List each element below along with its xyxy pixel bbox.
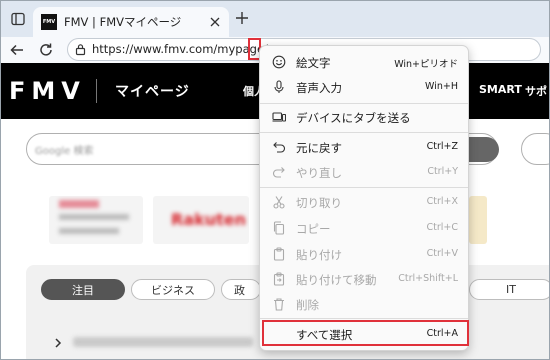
tab-politics[interactable]: 政 (221, 279, 261, 300)
banner-ad-rakuten[interactable]: Rakuten (153, 196, 249, 244)
menu-item-emoji[interactable]: 絵文字 Win+ピリオド (266, 50, 464, 74)
nav-item-smart[interactable]: SMART (479, 83, 522, 96)
tab-actions-icon[interactable] (9, 10, 27, 28)
menu-item-copy[interactable]: コピー Ctrl+C (266, 216, 464, 240)
menu-separator (260, 318, 468, 319)
tab-featured[interactable]: 注目 (41, 279, 125, 300)
news-headline-blurred[interactable] (73, 337, 253, 347)
delete-icon (274, 298, 284, 311)
microphone-icon (274, 80, 284, 93)
menu-item-redo[interactable]: やり直し Ctrl+Y (266, 160, 464, 184)
menu-item-shortcut: Ctrl+Y (427, 166, 458, 177)
paste-go-icon (273, 272, 285, 286)
header-divider (96, 79, 97, 103)
tab-fmv-mypage[interactable]: FMV FMV | FMVマイページ (33, 7, 229, 37)
banner-ad-1[interactable] (49, 196, 143, 244)
redo-icon (272, 167, 285, 178)
menu-item-shortcut: Win+H (425, 81, 458, 92)
menu-item-label: やり直し (296, 166, 342, 180)
menu-item-label: 貼り付けて移動 (296, 273, 377, 287)
menu-item-label: 絵文字 (296, 56, 331, 70)
cut-icon (273, 196, 285, 209)
url-text: https://www.fmv.com/mypage/ (92, 42, 268, 56)
menu-item-voice-input[interactable]: 音声入力 Win+H (266, 75, 464, 99)
undo-icon (273, 142, 286, 153)
header-title: マイページ (115, 84, 190, 100)
close-tab-icon[interactable] (209, 16, 221, 28)
menu-item-shortcut: Ctrl+Z (426, 141, 458, 152)
menu-item-shortcut: Ctrl+V (426, 248, 458, 259)
menu-item-label: 元に戻す (296, 141, 342, 155)
nav-item-support[interactable]: サポ (525, 83, 547, 99)
back-arrow-icon[interactable] (9, 42, 25, 58)
browser-window: FMV FMV | FMVマイページ https://www.fmv.com/m… (0, 0, 550, 360)
menu-item-shortcut: Ctrl+X (426, 196, 458, 207)
secondary-pill-button[interactable] (521, 133, 549, 165)
menu-item-paste[interactable]: 貼り付け Ctrl+V (266, 242, 464, 266)
new-tab-icon[interactable] (235, 11, 249, 25)
tab-title: FMV | FMVマイページ (64, 15, 182, 29)
menu-item-label: 切り取り (296, 196, 342, 210)
search-placeholder: Google 検索 (35, 146, 94, 157)
menu-item-label: コピー (296, 222, 331, 236)
menu-separator (260, 132, 468, 133)
tab-bar: FMV FMV | FMVマイページ (1, 1, 549, 37)
menu-item-delete[interactable]: 削除 (266, 292, 464, 316)
menu-item-label: 削除 (296, 298, 319, 312)
menu-item-undo[interactable]: 元に戻す Ctrl+Z (266, 135, 464, 159)
tab-business[interactable]: ビジネス (131, 279, 215, 300)
menu-item-label: デバイスにタブを送る (296, 111, 411, 125)
menu-separator (260, 187, 468, 188)
rakuten-banner-text: Rakuten (171, 210, 247, 229)
emoji-icon (272, 55, 286, 69)
context-menu: 絵文字 Win+ピリオド 音声入力 Win+H デバイスにタブを送る 元に戻す … (259, 45, 469, 351)
fmv-logo[interactable]: FMV (9, 77, 86, 105)
tab-it[interactable]: IT (469, 279, 549, 300)
menu-separator (260, 103, 468, 104)
banner-ad-3[interactable] (469, 196, 487, 244)
menu-item-shortcut: Win+ピリオド (394, 59, 458, 70)
copy-icon (273, 221, 285, 235)
send-to-device-icon (272, 112, 286, 122)
menu-item-shortcut: Ctrl+Shift+L (398, 273, 458, 284)
menu-item-label: 音声入力 (296, 81, 342, 95)
menu-item-shortcut: Ctrl+C (426, 222, 459, 233)
menu-item-paste-and-go[interactable]: 貼り付けて移動 Ctrl+Shift+L (266, 267, 464, 291)
lock-icon[interactable] (74, 43, 87, 56)
menu-item-cut[interactable]: 切り取り Ctrl+X (266, 190, 464, 214)
refresh-icon[interactable] (38, 42, 54, 58)
menu-item-send-tab-to-device[interactable]: デバイスにタブを送る (266, 105, 464, 129)
chevron-right-icon[interactable] (53, 337, 63, 349)
paste-icon (273, 247, 285, 261)
menu-item-label: 貼り付け (296, 248, 342, 262)
fmv-favicon-icon: FMV (41, 14, 57, 30)
select-all-highlight-box (262, 320, 469, 346)
